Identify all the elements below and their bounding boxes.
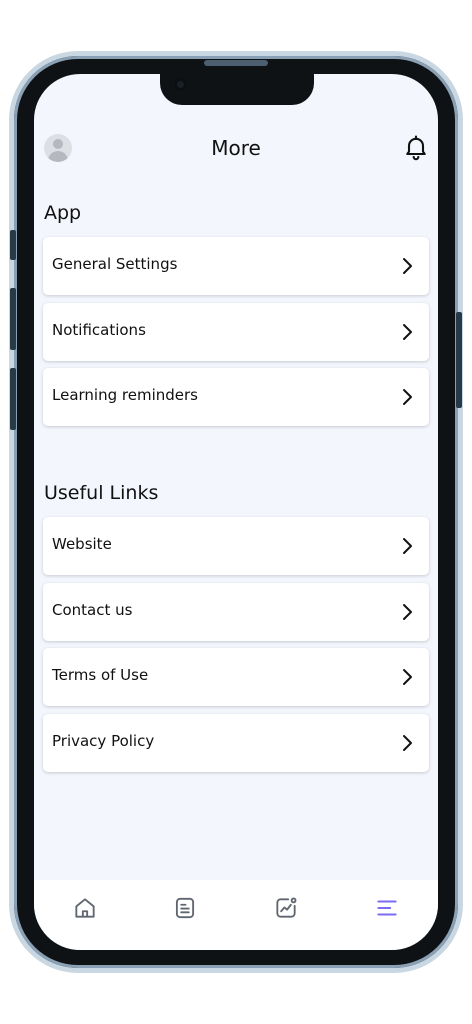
menu-item-label: Terms of Use bbox=[52, 666, 149, 684]
notch bbox=[160, 74, 314, 105]
menu-item-general-settings[interactable]: General Settings bbox=[43, 237, 429, 295]
volume-up-button bbox=[10, 288, 16, 350]
camera-icon bbox=[174, 78, 187, 91]
menu-item-label: Website bbox=[52, 535, 112, 553]
menu-item-website[interactable]: Website bbox=[43, 517, 429, 575]
menu-item-learning-reminders[interactable]: Learning reminders bbox=[43, 368, 429, 426]
menu-item-label: Contact us bbox=[52, 601, 133, 619]
mute-switch bbox=[10, 230, 16, 260]
menu-item-label: Privacy Policy bbox=[52, 732, 155, 750]
menu-item-privacy-policy[interactable]: Privacy Policy bbox=[43, 714, 429, 772]
app-screen: More App General Settings Notifications … bbox=[34, 74, 438, 950]
menu-icon[interactable] bbox=[374, 895, 400, 921]
page-title: More bbox=[211, 136, 261, 160]
chevron-right-icon bbox=[403, 389, 412, 405]
chevron-right-icon bbox=[403, 604, 412, 620]
menu-item-notifications[interactable]: Notifications bbox=[43, 303, 429, 361]
chevron-right-icon bbox=[403, 324, 412, 340]
section-title-app: App bbox=[44, 202, 82, 224]
chevron-right-icon bbox=[403, 538, 412, 554]
volume-down-button bbox=[10, 368, 16, 430]
menu-item-terms-of-use[interactable]: Terms of Use bbox=[43, 648, 429, 706]
speaker-grille bbox=[204, 60, 268, 66]
chevron-right-icon bbox=[403, 258, 412, 274]
chevron-right-icon bbox=[403, 669, 412, 685]
chevron-right-icon bbox=[403, 735, 412, 751]
power-button bbox=[456, 312, 462, 408]
menu-item-label: Notifications bbox=[52, 321, 146, 339]
menu-item-label: Learning reminders bbox=[52, 386, 198, 404]
menu-item-contact-us[interactable]: Contact us bbox=[43, 583, 429, 641]
bell-icon[interactable] bbox=[402, 133, 430, 161]
notes-icon[interactable] bbox=[172, 895, 198, 921]
bottom-tab-bar bbox=[34, 880, 438, 950]
chart-icon[interactable] bbox=[273, 895, 299, 921]
header: More bbox=[34, 130, 438, 166]
menu-item-label: General Settings bbox=[52, 255, 178, 273]
home-icon[interactable] bbox=[72, 895, 98, 921]
section-title-useful-links: Useful Links bbox=[44, 482, 159, 504]
